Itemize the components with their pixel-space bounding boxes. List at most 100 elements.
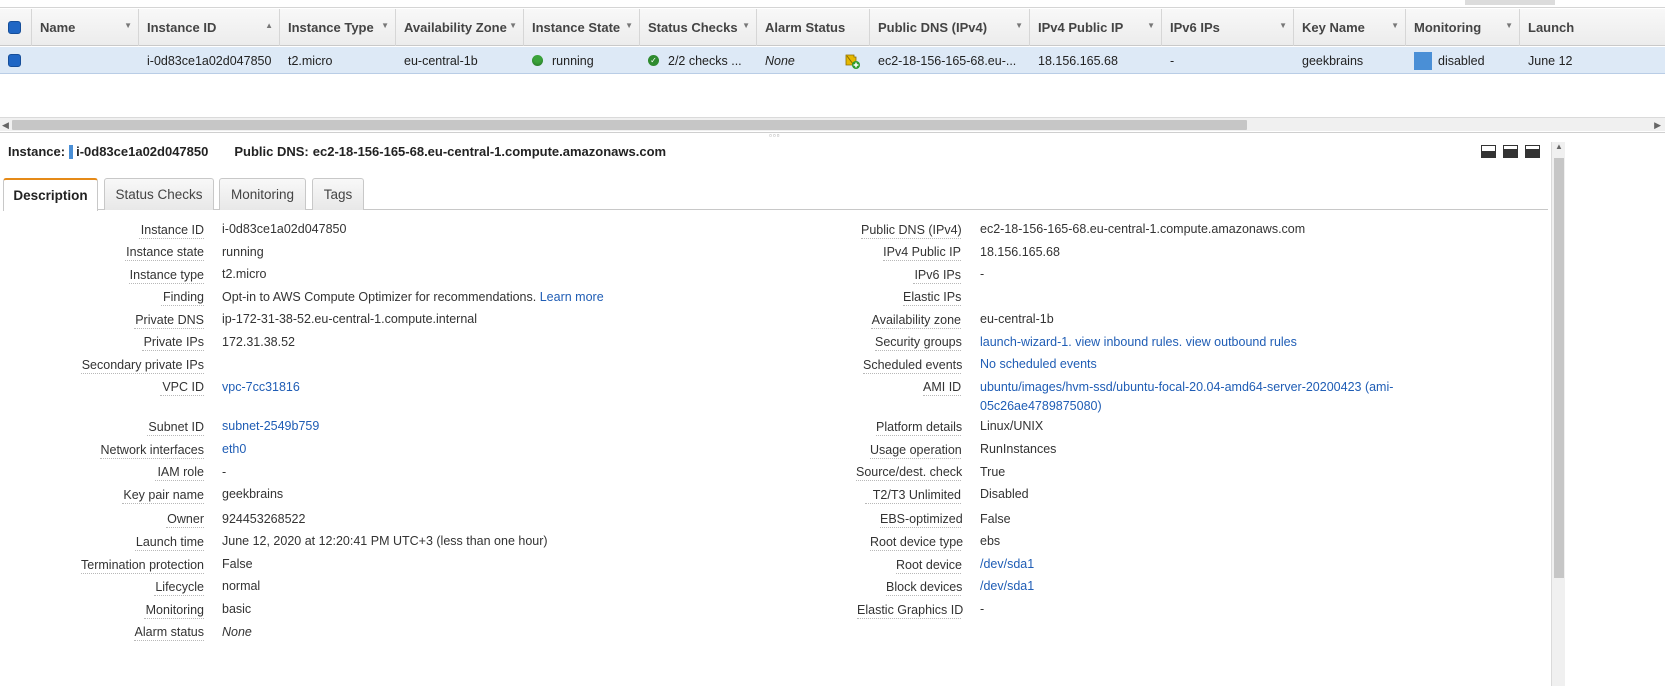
field-label: EBS-optimized <box>880 512 963 528</box>
field-value: geekbrains <box>222 487 284 501</box>
scroll-right-icon[interactable]: ▶ <box>1654 118 1661 132</box>
vpc-id-link[interactable]: vpc-7cc31816 <box>222 380 300 394</box>
field-value: ec2-18-156-165-68.eu-central-1.compute.a… <box>980 222 1306 236</box>
field-value: 924453268522 <box>222 512 306 526</box>
subnet-id-link[interactable]: subnet-2549b759 <box>222 419 319 433</box>
cell-instance-type[interactable]: t2.micro <box>280 47 396 74</box>
sort-arrow-icon[interactable]: ▲ <box>265 21 273 30</box>
cell-instance-state[interactable]: running <box>524 47 640 74</box>
cell-key-name[interactable]: geekbrains <box>1294 47 1406 74</box>
field-label: IPv4 Public IP <box>883 245 961 261</box>
field-value: Linux/UNIX <box>980 419 1044 433</box>
sort-arrow-icon[interactable]: ▼ <box>1505 21 1513 30</box>
col-header-alarm-status[interactable]: Alarm Status <box>757 9 870 46</box>
root-device-link[interactable]: /dev/sda1 <box>980 557 1034 571</box>
col-header-instance-state[interactable]: Instance State ▼ <box>524 9 640 46</box>
row-select-cell[interactable] <box>0 47 32 74</box>
block-devices-link[interactable]: /dev/sda1 <box>980 579 1034 593</box>
col-header-name[interactable]: Name ▼ <box>32 9 139 46</box>
cell-launch[interactable]: June 12 <box>1520 47 1665 74</box>
check-ok-icon: ✓ <box>648 55 659 66</box>
col-header-label: Launch <box>1528 20 1575 35</box>
field-label: Platform details <box>876 420 963 436</box>
col-header-instance-id[interactable]: Instance ID ▲ <box>139 9 280 46</box>
alarm-add-icon[interactable] <box>843 52 861 70</box>
field-label: Owner <box>166 512 204 528</box>
grid-header: Name ▼ Instance ID ▲ Instance Type ▼ Ava… <box>0 9 1665 46</box>
cell-availability-zone[interactable]: eu-central-1b <box>396 47 524 74</box>
sort-arrow-icon[interactable]: ▼ <box>381 21 389 30</box>
cell-monitoring[interactable]: disabled <box>1406 47 1520 74</box>
sort-arrow-icon[interactable]: ▼ <box>509 21 517 30</box>
view-outbound-rules-link[interactable]: view outbound rules <box>1186 335 1297 349</box>
cell-alarm-status[interactable]: None <box>757 47 837 74</box>
learn-more-link[interactable]: Learn more <box>540 290 604 304</box>
sort-arrow-icon[interactable]: ▼ <box>742 21 750 30</box>
field-value: - <box>980 602 985 616</box>
select-all-checkbox-icon[interactable] <box>8 21 21 34</box>
field-value: None <box>222 625 252 639</box>
field-value: 172.31.38.52 <box>222 335 295 349</box>
field-value: ebs <box>980 534 1001 548</box>
ami-id-link[interactable]: ubuntu/images/hvm-ssd/ubuntu-focal-20.04… <box>980 378 1400 416</box>
sort-arrow-icon[interactable]: ▼ <box>1015 21 1023 30</box>
monitoring-icon <box>1414 51 1432 70</box>
field-value: i-0d83ce1a02d047850 <box>222 222 347 236</box>
col-header-ipv4-public-ip[interactable]: IPv4 Public IP ▼ <box>1030 9 1162 46</box>
col-header-availability-zone[interactable]: Availability Zone ▼ <box>396 9 524 46</box>
view-inbound-rules-link[interactable]: view inbound rules. <box>1075 335 1182 349</box>
field-label: Secondary private IPs <box>81 358 204 374</box>
scrollbar-thumb[interactable] <box>1554 158 1564 578</box>
col-header-label: Availability Zone <box>404 20 507 35</box>
sort-arrow-icon[interactable]: ▼ <box>1391 21 1399 30</box>
col-header-label: IPv6 IPs <box>1170 20 1220 35</box>
vertical-scrollbar[interactable]: ▲ <box>1551 142 1565 686</box>
running-status-icon <box>532 55 543 66</box>
scroll-left-icon[interactable]: ◀ <box>2 118 9 132</box>
cell-status-checks[interactable]: ✓ 2/2 checks ... <box>640 47 757 74</box>
network-interface-link[interactable]: eth0 <box>222 442 246 456</box>
cell-instance-id[interactable]: i-0d83ce1a02d047850 <box>139 47 280 74</box>
field-label: Private IPs <box>142 335 204 351</box>
field-value: running <box>222 245 264 259</box>
row-checkbox-icon[interactable] <box>8 54 21 67</box>
cell-ipv6-ips[interactable]: - <box>1162 47 1294 74</box>
col-header-label: Monitoring <box>1414 20 1482 35</box>
col-header-ipv6-ips[interactable]: IPv6 IPs ▼ <box>1162 9 1294 46</box>
horizontal-scrollbar[interactable]: ◀ ▶ <box>0 117 1665 131</box>
field-label: Root device <box>896 558 963 574</box>
scheduled-events-link[interactable]: No scheduled events <box>980 357 1097 371</box>
field-value: Opt-in to AWS Compute Optimizer for reco… <box>222 290 604 304</box>
cell-name[interactable] <box>32 47 139 74</box>
field-value: True <box>980 465 1006 479</box>
instances-grid: Name ▼ Instance ID ▲ Instance Type ▼ Ava… <box>0 0 1665 132</box>
field-label: Usage operation <box>870 443 962 459</box>
field-label: Instance state <box>125 245 204 261</box>
field-label: IAM role <box>155 465 204 481</box>
sort-arrow-icon[interactable]: ▼ <box>625 21 633 30</box>
sort-arrow-icon[interactable]: ▼ <box>1147 21 1155 30</box>
security-group-link[interactable]: launch-wizard-1. <box>980 335 1072 349</box>
cell-ipv4-public-ip[interactable]: 18.156.165.68 <box>1030 47 1162 74</box>
sort-arrow-icon[interactable]: ▼ <box>1279 21 1287 30</box>
table-row[interactable]: i-0d83ce1a02d047850 t2.micro eu-central-… <box>0 47 1665 74</box>
col-header-key-name[interactable]: Key Name ▼ <box>1294 9 1406 46</box>
field-label: Block devices <box>886 580 963 596</box>
description-left-column: Instance ID i-0d83ce1a02d047850 Instance… <box>0 138 840 686</box>
monitoring-text: disabled <box>1438 53 1485 68</box>
field-value: Disabled <box>980 487 1029 501</box>
col-header-monitoring[interactable]: Monitoring ▼ <box>1406 9 1520 46</box>
select-all-cell[interactable] <box>0 9 32 46</box>
col-header-launch[interactable]: Launch <box>1520 9 1665 46</box>
field-label: Elastic IPs <box>903 290 962 306</box>
scrollbar-thumb[interactable] <box>12 120 1247 130</box>
cell-public-dns[interactable]: ec2-18-156-165-68.eu-... <box>870 47 1030 74</box>
col-header-label: IPv4 Public IP <box>1038 20 1124 35</box>
grid-top-edge <box>0 0 1665 8</box>
scroll-up-icon[interactable]: ▲ <box>1555 142 1563 151</box>
col-header-instance-type[interactable]: Instance Type ▼ <box>280 9 396 46</box>
sort-arrow-icon[interactable]: ▼ <box>124 21 132 30</box>
col-header-public-dns[interactable]: Public DNS (IPv4) ▼ <box>870 9 1030 46</box>
col-header-label: Instance State <box>532 20 621 35</box>
col-header-status-checks[interactable]: Status Checks ▼ <box>640 9 757 46</box>
